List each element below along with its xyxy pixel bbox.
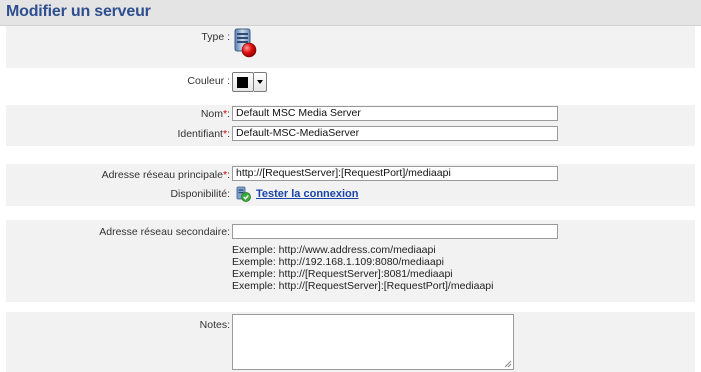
name-field[interactable]: Default MSC Media Server — [232, 106, 558, 121]
identifier-label: Identifiant*: — [177, 128, 230, 140]
color-swatch — [237, 77, 248, 88]
notes-textarea[interactable] — [232, 314, 514, 370]
secondary-address-label: Adresse réseau secondaire: — [99, 226, 230, 238]
color-row-band — [6, 68, 695, 105]
type-label: Type : — [201, 31, 230, 43]
primary-address-label: Adresse réseau principale*: — [101, 169, 230, 181]
spacer-band — [6, 146, 695, 164]
spacer-band-3 — [6, 302, 695, 312]
color-label: Couleur : — [187, 75, 230, 87]
type-row-band — [6, 26, 695, 68]
availability-label: Disponibilité: — [170, 188, 230, 200]
notes-label: Notes: — [199, 319, 230, 331]
page-header: Modifier un serveur — [0, 0, 701, 26]
primary-address-field[interactable]: http://[RequestServer]:[RequestPort]/med… — [232, 166, 558, 181]
color-dropdown-button[interactable] — [254, 72, 267, 92]
server-check-icon — [235, 186, 251, 202]
name-label: Nom*: — [200, 108, 230, 120]
chevron-down-icon — [257, 80, 263, 84]
test-connection-link[interactable]: Tester la connexion — [256, 188, 359, 200]
secondary-address-field[interactable] — [232, 224, 558, 239]
spacer-band-2 — [6, 206, 695, 220]
page-title: Modifier un serveur — [6, 3, 151, 20]
resize-handle-icon[interactable] — [504, 360, 512, 368]
example-text: Exemple: http://www.address.com/mediaapi — [232, 244, 436, 256]
color-picker[interactable] — [232, 72, 254, 92]
example-text: Exemple: http://192.168.1.109:8080/media… — [232, 256, 444, 268]
server-error-icon — [232, 27, 258, 59]
example-text: Exemple: http://[RequestServer]:[Request… — [232, 280, 494, 292]
identifier-field[interactable]: Default-MSC-MediaServer — [232, 126, 558, 141]
example-text: Exemple: http://[RequestServer]:8081/med… — [232, 268, 453, 280]
